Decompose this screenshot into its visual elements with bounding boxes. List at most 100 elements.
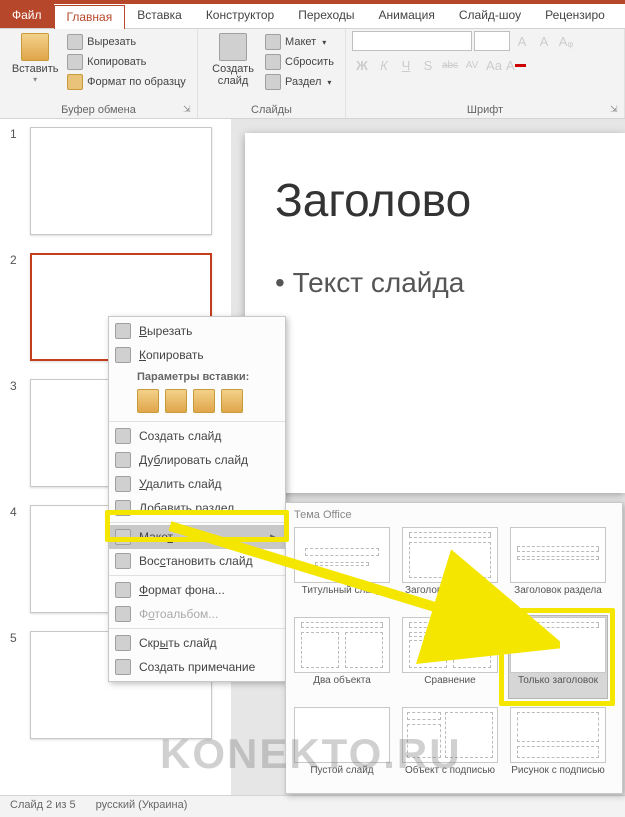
grow-font-button[interactable]: A <box>512 31 532 51</box>
shrink-font-button[interactable]: A <box>534 31 554 51</box>
new-slide-button[interactable]: Создать слайд <box>207 31 259 102</box>
ctx-layout[interactable]: Макет▶ <box>109 525 285 549</box>
status-bar: Слайд 2 из 5 русский (Украина) <box>0 795 625 817</box>
font-family-combo[interactable] <box>352 31 472 51</box>
clear-format-button[interactable]: Aᵩ <box>556 31 576 51</box>
paste-label: Вставить <box>12 63 59 75</box>
thumb-number: 5 <box>10 631 24 645</box>
underline-button[interactable]: Ч <box>396 55 416 75</box>
reset-button[interactable]: Сбросить <box>263 53 336 71</box>
layout-title-content[interactable]: Заголовок и объект <box>400 525 500 609</box>
layout-gallery: Тема Office Титульный слайд Заголовок и … <box>285 502 623 794</box>
layout-icon <box>115 529 131 545</box>
new-slide-icon <box>219 33 247 61</box>
current-slide[interactable]: Заголово • Текст слайда <box>245 133 625 493</box>
ribbon: Вставить ▾ Вырезать Копировать Формат по… <box>0 29 625 119</box>
font-color-button[interactable]: A <box>506 55 526 75</box>
group-slides: Создать слайд Макет▾ Сбросить Раздел▾ Сл… <box>198 29 346 118</box>
thumb-number: 3 <box>10 379 24 393</box>
ctx-duplicate[interactable]: Дублировать слайд <box>109 448 285 472</box>
paste-text-icon[interactable] <box>221 389 243 413</box>
scissors-icon <box>115 323 131 339</box>
italic-button[interactable]: К <box>374 55 394 75</box>
ctx-paste-options <box>109 385 285 419</box>
paste-source-format-icon[interactable] <box>165 389 187 413</box>
section-icon <box>115 500 131 516</box>
tab-slideshow[interactable]: Слайд-шоу <box>447 4 533 28</box>
bold-button[interactable]: Ж <box>352 55 372 75</box>
tab-review[interactable]: Рецензиро <box>533 4 617 28</box>
comment-icon <box>115 659 131 675</box>
ctx-new-comment[interactable]: Создать примечание <box>109 655 285 679</box>
ctx-reset[interactable]: Восстановить слайд <box>109 549 285 573</box>
layout-icon <box>265 34 281 50</box>
copy-icon <box>67 54 83 70</box>
layout-title-only[interactable]: Только заголовок <box>508 615 608 699</box>
ctx-hide[interactable]: Скрыть слайд <box>109 631 285 655</box>
layout-title-slide[interactable]: Титульный слайд <box>292 525 392 609</box>
format-bg-icon <box>115 582 131 598</box>
ribbon-tabs: Файл Главная Вставка Конструктор Переход… <box>0 4 625 29</box>
layout-blank[interactable]: Пустой слайд <box>292 705 392 789</box>
spacing-button[interactable]: AV <box>462 55 482 75</box>
separator <box>109 421 285 422</box>
format-painter-button[interactable]: Формат по образцу <box>65 73 188 91</box>
font-size-combo[interactable] <box>474 31 510 51</box>
language-indicator[interactable]: русский (Украина) <box>96 799 188 814</box>
separator <box>109 575 285 576</box>
duplicate-icon <box>115 452 131 468</box>
thumb-number: 2 <box>10 253 24 267</box>
ctx-new-slide[interactable]: Создать слайд <box>109 424 285 448</box>
delete-icon <box>115 476 131 492</box>
context-menu: ВВырезатьырезать Копировать Параметры вс… <box>108 316 286 682</box>
ctx-copy[interactable]: Копировать <box>109 343 285 367</box>
tab-animations[interactable]: Анимация <box>367 4 447 28</box>
clipboard-group-label: Буфер обмена <box>6 102 191 118</box>
copy-icon <box>115 347 131 363</box>
ctx-format-bg[interactable]: Формат фона... <box>109 578 285 602</box>
reset-icon <box>265 54 281 70</box>
layout-button[interactable]: Макет▾ <box>263 33 336 51</box>
thumb-number: 4 <box>10 505 24 519</box>
new-slide-icon <box>115 428 131 444</box>
section-button[interactable]: Раздел▾ <box>263 73 336 91</box>
layout-content-caption[interactable]: Объект с подписью <box>400 705 500 789</box>
copy-button[interactable]: Копировать <box>65 53 188 71</box>
section-icon <box>265 74 281 90</box>
font-dialog-launcher[interactable]: ⇲ <box>610 104 622 116</box>
layout-picture-caption[interactable]: Рисунок с подписью <box>508 705 608 789</box>
chevron-right-icon: ▶ <box>270 532 277 543</box>
brush-icon <box>67 74 83 90</box>
layout-two-content[interactable]: Два объекта <box>292 615 392 699</box>
strike-button[interactable]: abc <box>440 55 460 75</box>
shadow-button[interactable]: S <box>418 55 438 75</box>
tab-design[interactable]: Конструктор <box>194 4 286 28</box>
tab-insert[interactable]: Вставка <box>125 4 194 28</box>
paste-picture-icon[interactable] <box>193 389 215 413</box>
layout-comparison[interactable]: Сравнение <box>400 615 500 699</box>
hide-icon <box>115 635 131 651</box>
ctx-cut[interactable]: ВВырезатьырезать <box>109 319 285 343</box>
ctx-delete[interactable]: Удалить слайд <box>109 472 285 496</box>
ctx-photo-album: Фотоальбом... <box>109 602 285 626</box>
separator <box>109 628 285 629</box>
case-button[interactable]: Aa <box>484 55 504 75</box>
paste-button[interactable]: Вставить ▾ <box>9 31 61 102</box>
cut-button[interactable]: Вырезать <box>65 33 188 51</box>
tab-transitions[interactable]: Переходы <box>286 4 366 28</box>
layout-section-header[interactable]: Заголовок раздела <box>508 525 608 609</box>
gallery-title: Тема Office <box>292 507 616 525</box>
paste-dest-theme-icon[interactable] <box>137 389 159 413</box>
tab-home[interactable]: Главная <box>54 5 126 29</box>
font-group-label: Шрифт <box>352 102 618 118</box>
reset-icon <box>115 553 131 569</box>
group-font: A A Aᵩ Ж К Ч S abc AV Aa A Шрифт ⇲ <box>346 29 625 118</box>
slide-body[interactable]: • Текст слайда <box>275 267 625 299</box>
ctx-add-section[interactable]: Добавить раздел <box>109 496 285 520</box>
thumb-number: 1 <box>10 127 24 141</box>
tab-file[interactable]: Файл <box>0 4 54 28</box>
separator <box>109 522 285 523</box>
thumbnail-1[interactable] <box>30 127 212 235</box>
clipboard-dialog-launcher[interactable]: ⇲ <box>183 104 195 116</box>
slide-title[interactable]: Заголово <box>275 173 625 227</box>
